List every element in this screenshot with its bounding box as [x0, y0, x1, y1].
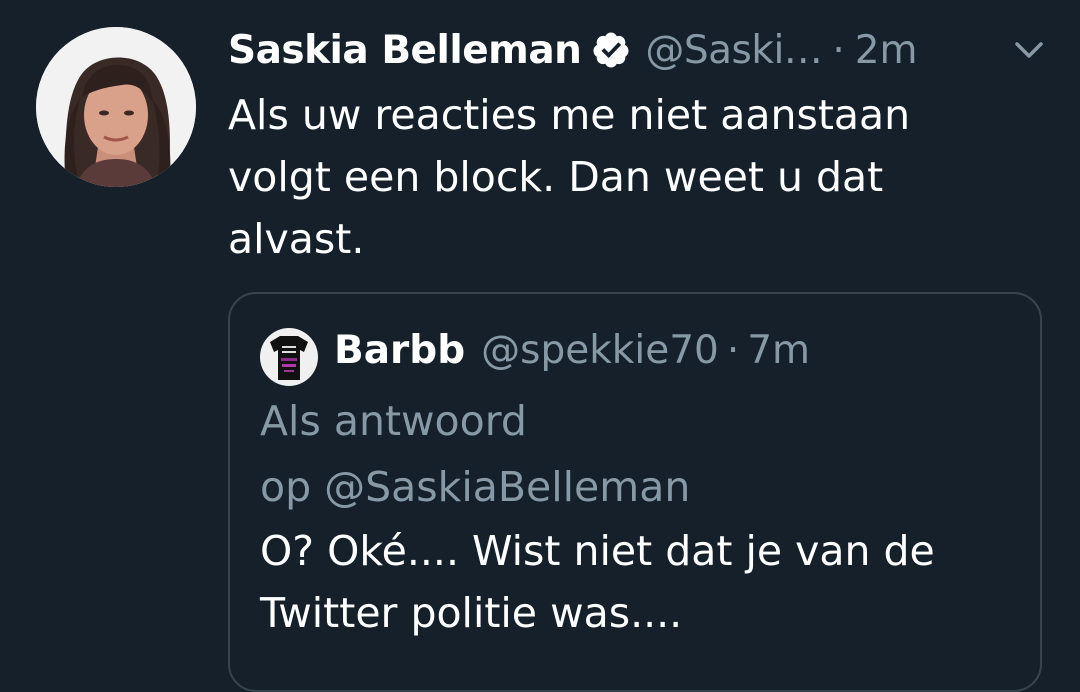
quoted-author-handle[interactable]: @spekkie70 [481, 328, 719, 373]
replying-to-line[interactable]: op @SaskiaBelleman [260, 454, 1020, 520]
tweet-text-line: Als uw reacties me niet aanstaan [228, 91, 911, 139]
separator-dot: · [832, 27, 845, 73]
tweet-text-line: alvast. [228, 215, 365, 263]
author-handle[interactable]: @Saski… [645, 28, 822, 73]
verified-badge-icon [591, 30, 631, 70]
quoted-text-line: O? Oké.... Wist niet dat je van de [260, 527, 935, 575]
replying-to-line: Als antwoord [260, 397, 527, 445]
quoted-tweet-text: O? Oké.... Wist niet dat je van de Twitt… [260, 520, 1020, 644]
author-display-name[interactable]: Saskia Belleman [228, 28, 582, 73]
quoted-author-display-name[interactable]: Barbb [334, 328, 465, 373]
quoted-tweet-card[interactable]: Barbb @spekkie70 · 7m Als antwoord op @S… [228, 292, 1042, 692]
tweet[interactable]: Saskia Belleman @Saski… · 2m Als uw reac… [0, 0, 1080, 692]
tweet-header: Saskia Belleman @Saski… · 2m [228, 22, 918, 78]
tweet-text-line: volgt een block. Dan weet u dat [228, 153, 884, 201]
author-avatar[interactable] [36, 27, 196, 187]
tweet-text: Als uw reacties me niet aanstaan volgt e… [228, 84, 1028, 270]
separator-dot: · [726, 327, 740, 373]
profile-photo-icon [260, 328, 318, 386]
quoted-text-line: Twitter politie was.... [260, 589, 683, 637]
quoted-tweet-timestamp[interactable]: 7m [747, 328, 810, 373]
tweet-timestamp[interactable]: 2m [855, 28, 918, 73]
quoted-author-avatar[interactable] [260, 328, 318, 386]
profile-photo-icon [36, 27, 196, 187]
chevron-down-icon[interactable] [1012, 38, 1046, 62]
quoted-tweet-header: Barbb @spekkie70 · 7m [334, 322, 810, 378]
replying-to-label: Als antwoord op @SaskiaBelleman [260, 388, 1020, 520]
